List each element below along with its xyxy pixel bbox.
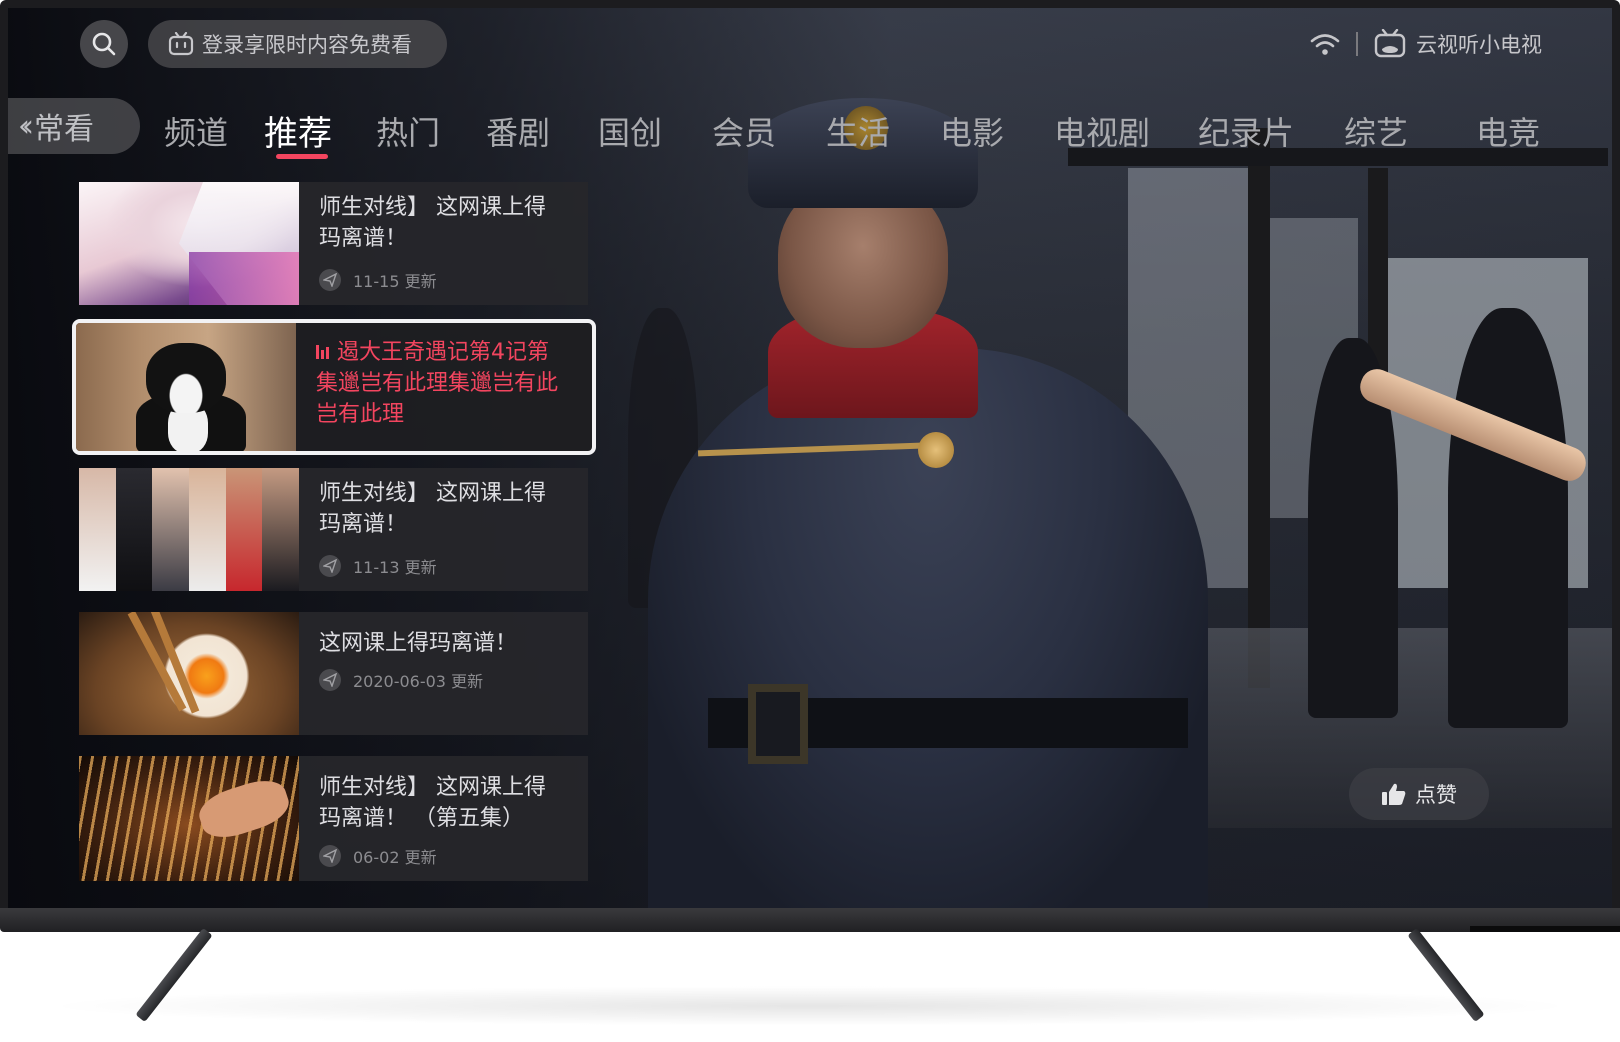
video-card[interactable]: 师生对线】 这网课上得 玛离谱！ （第五集） 06-02 更新 (79, 756, 588, 881)
tab-hot[interactable]: 热门 (376, 108, 440, 154)
tab-channels[interactable]: 频道 (164, 108, 228, 154)
tab-documentary[interactable]: 纪录片 (1198, 108, 1294, 154)
video-card[interactable]: 这网课上得玛离谱！ 2020-06-03 更新 (79, 612, 588, 735)
video-meta: 11-13 更新 (319, 554, 437, 578)
portrait-panel (115, 468, 153, 591)
video-card[interactable]: 师生对线】 这网课上得 玛离谱！ 11-13 更新 (79, 468, 588, 591)
status-area: 云视听小电视 (1310, 24, 1542, 64)
medal (918, 432, 954, 468)
grill-thumbnail (79, 756, 299, 881)
video-title: 师生对线】 这网课上得 玛离谱！ (319, 192, 574, 254)
belt-buckle (748, 684, 808, 764)
nav-back-button[interactable]: ‹‹ 常看 (8, 98, 140, 154)
tab-guochuang[interactable]: 国创 (598, 108, 662, 154)
video-title-line: 岂有此理 (316, 402, 405, 427)
wifi-icon (1310, 34, 1340, 55)
like-label: 点赞 (1415, 783, 1457, 807)
tv-bezel-detail (1470, 926, 1620, 932)
food-thumbnail (79, 612, 299, 735)
tv-bottom-bezel (0, 908, 1620, 932)
portrait-panel (262, 468, 299, 591)
thumbs-up-icon (1382, 783, 1406, 805)
tab-vip[interactable]: 会员 (712, 108, 776, 154)
video-title-line: 玛离谱！ （第五集） (319, 806, 524, 831)
tab-anime[interactable]: 番剧 (486, 108, 550, 154)
cat-thumbnail (76, 323, 296, 451)
video-title: 师生对线】 这网课上得 玛离谱！ （第五集） (319, 772, 574, 834)
like-button[interactable]: 点赞 (1349, 768, 1489, 820)
send-icon (319, 669, 341, 691)
portrait-panel (79, 468, 116, 591)
anime-illustration-thumbnail (79, 182, 299, 305)
portrait-panel (225, 468, 263, 591)
video-info: 这网课上得玛离谱！ 2020-06-03 更新 (299, 612, 588, 735)
video-title-line: 师生对线】 这网课上得 (319, 775, 546, 800)
send-icon (319, 269, 341, 291)
video-info: 师生对线】 这网课上得 玛离谱！ 11-13 更新 (299, 468, 588, 591)
search-button[interactable] (80, 20, 128, 68)
video-thumbnail (79, 756, 299, 881)
search-icon (92, 32, 116, 56)
video-info: 遏大王奇遇记第4记第 集邋岂有此理集邋岂有此 岂有此理 (296, 323, 592, 451)
video-meta: 2020-06-03 更新 (319, 668, 483, 692)
video-title-line: 师生对线】 这网课上得 (319, 195, 546, 220)
login-prompt-button[interactable]: 登录享限时内容免费看 (148, 20, 447, 68)
tv-screen: 登录享限时内容免费看 云视听小电视 ‹‹ 常看 频道 推荐 热门 番剧 国创 会… (8, 8, 1612, 908)
video-title-line: 集邋岂有此理集邋岂有此 (316, 371, 559, 396)
nav-back-label: 常看 (34, 112, 94, 147)
bilibili-tv-icon (1374, 29, 1406, 58)
tv-frame: 登录享限时内容免费看 云视听小电视 ‹‹ 常看 频道 推荐 热门 番剧 国创 会… (0, 0, 1620, 932)
video-title-line: 师生对线】 这网课上得 (319, 481, 546, 506)
tab-recommended[interactable]: 推荐 (264, 106, 332, 155)
tab-movies[interactable]: 电影 (940, 108, 1004, 154)
update-date: 2020-06-03 更新 (353, 672, 484, 691)
update-date: 11-13 更新 (353, 558, 437, 577)
chevron-left-icon: ‹‹ (18, 108, 34, 144)
thumbnail-art (194, 773, 294, 845)
status-divider (1356, 32, 1358, 56)
update-date: 11-15 更新 (353, 272, 437, 291)
video-title-line: 玛离谱！ (319, 226, 408, 251)
video-thumbnail (79, 468, 299, 591)
background-post (1248, 128, 1270, 688)
tab-esports[interactable]: 电竞 (1476, 108, 1540, 154)
video-title: 遏大王奇遇记第4记第 集邋岂有此理集邋岂有此 岂有此理 (316, 337, 578, 430)
portrait-panel (152, 468, 190, 591)
portrait-panel (189, 468, 226, 591)
video-title: 这网课上得玛离谱！ (319, 628, 574, 659)
video-info: 师生对线】 这网课上得 玛离谱！ 11-15 更新 (299, 182, 588, 305)
video-thumbnail (76, 323, 296, 451)
video-thumbnail (79, 612, 299, 735)
video-info: 师生对线】 这网课上得 玛离谱！ （第五集） 06-02 更新 (299, 756, 588, 881)
video-title: 师生对线】 这网课上得 玛离谱！ (319, 478, 574, 540)
video-title-line: 遏大王奇遇记第4记第 (316, 337, 578, 368)
officer-coat (648, 348, 1208, 908)
video-meta: 06-02 更新 (319, 844, 437, 868)
video-thumbnail (79, 182, 299, 305)
playing-bars-icon (316, 345, 329, 359)
thumbnail-art (146, 343, 226, 413)
login-prompt-label: 登录享限时内容免费看 (202, 33, 412, 57)
video-card-focused[interactable]: 遏大王奇遇记第4记第 集邋岂有此理集邋岂有此 岂有此理 (72, 319, 596, 455)
tv-icon (168, 32, 194, 56)
brand-name: 云视听小电视 (1416, 33, 1542, 57)
tab-variety[interactable]: 综艺 (1344, 108, 1408, 154)
send-icon (319, 555, 341, 577)
cast-portraits-thumbnail (79, 468, 299, 591)
update-date: 06-02 更新 (353, 848, 437, 867)
background-soldier (1448, 308, 1568, 728)
video-meta: 11-15 更新 (319, 268, 437, 292)
tab-tv-series[interactable]: 电视剧 (1054, 108, 1150, 154)
video-title-line: 这网课上得玛离谱！ (319, 631, 518, 656)
tab-life[interactable]: 生活 (826, 108, 890, 154)
video-title-line: 玛离谱！ (319, 512, 408, 537)
active-tab-indicator (276, 154, 328, 159)
thumbnail-art (189, 252, 299, 305)
send-icon (319, 845, 341, 867)
floor-shadow (40, 986, 1580, 1026)
video-card[interactable]: 师生对线】 这网课上得 玛离谱！ 11-15 更新 (79, 182, 588, 305)
video-title-text: 遏大王奇遇记第4记第 (337, 340, 549, 365)
